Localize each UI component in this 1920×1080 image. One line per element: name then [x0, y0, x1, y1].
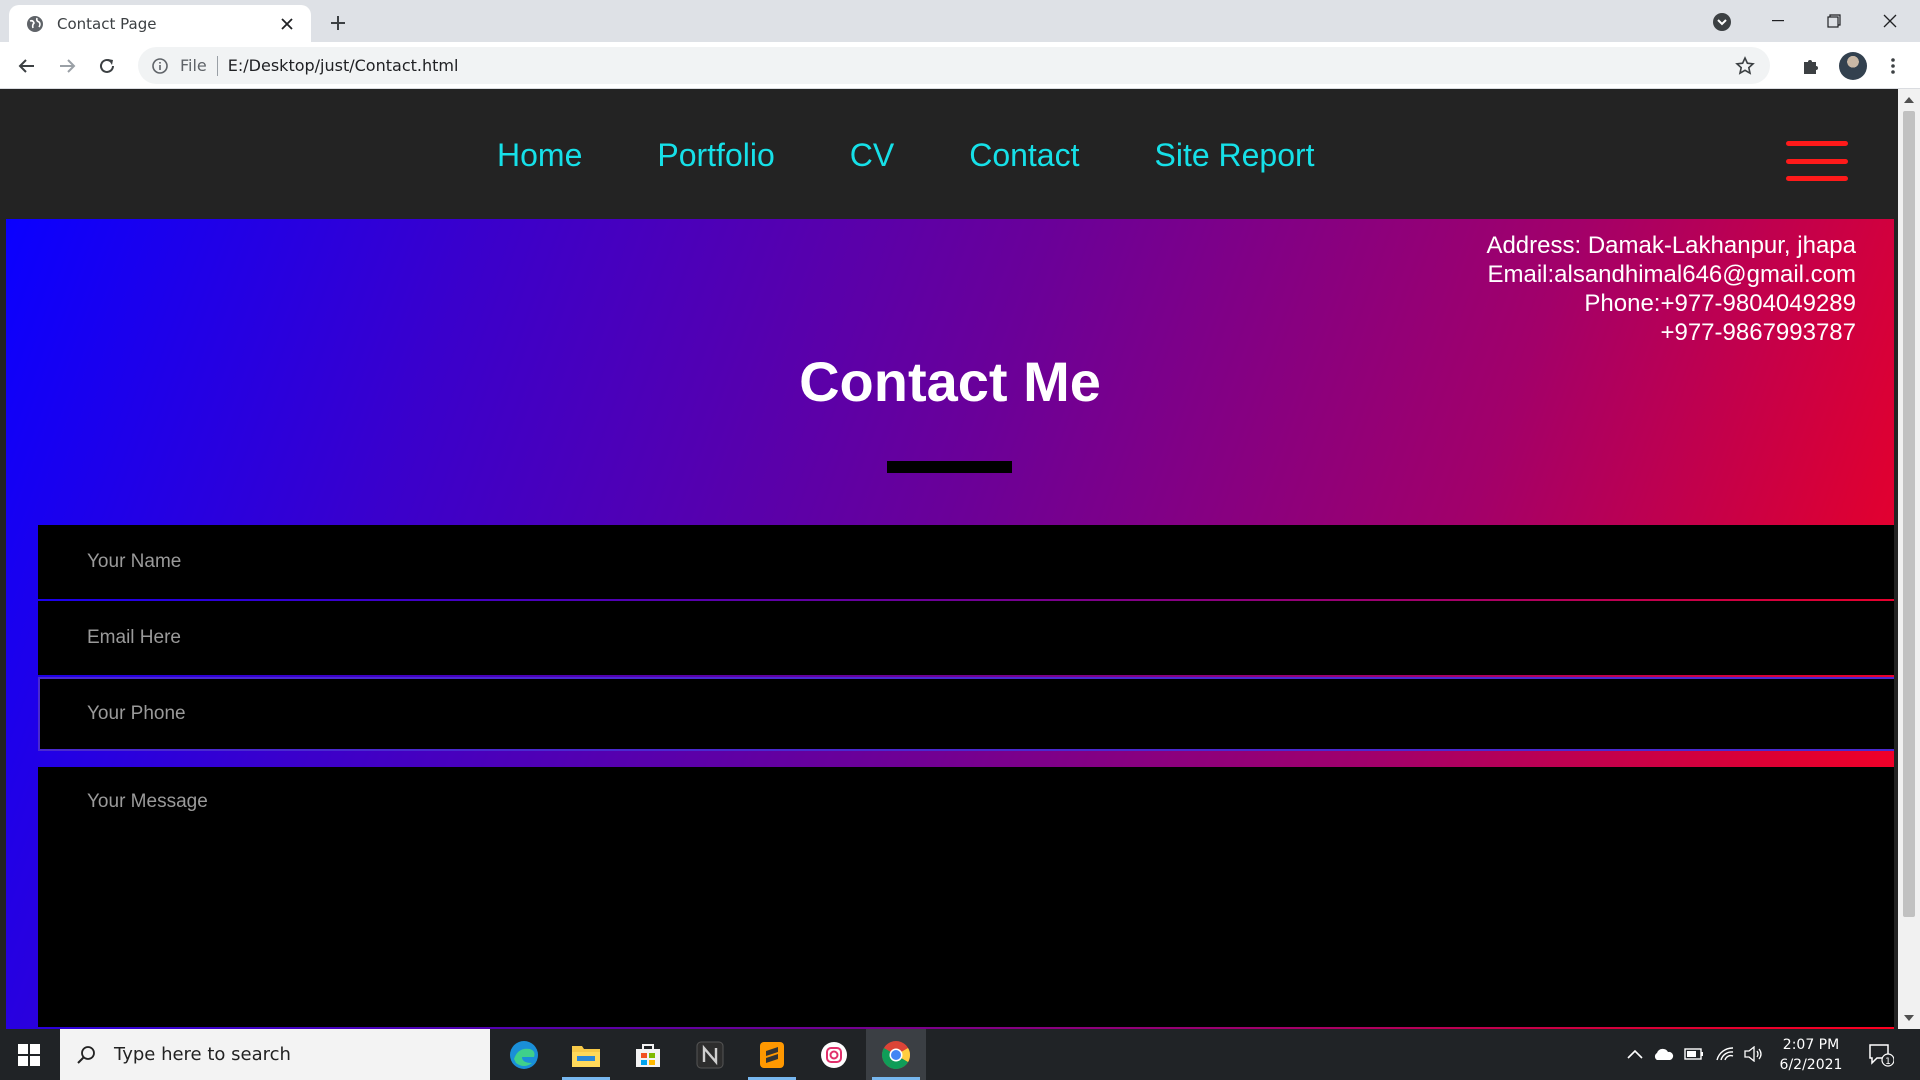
nav-link-cv[interactable]: CV	[850, 137, 894, 174]
browser-tab[interactable]: Contact Page	[9, 5, 311, 42]
onedrive-cloud-icon[interactable]	[1652, 1043, 1674, 1065]
search-placeholder: Type here to search	[114, 1044, 291, 1065]
scrollbar-thumb[interactable]	[1903, 111, 1915, 917]
browser-menu-icon[interactable]	[1877, 50, 1909, 82]
address-bar[interactable]: File E:/Desktop/just/Contact.html	[138, 47, 1770, 84]
url-text[interactable]: E:/Desktop/just/Contact.html	[228, 56, 459, 75]
clock-time: 2:07 PM	[1782, 1037, 1840, 1053]
new-tab-button[interactable]	[324, 9, 352, 37]
message-field[interactable]	[38, 767, 1894, 1027]
email-text: Email:alsandhimal646@gmail.com	[1487, 261, 1856, 288]
phone-alt-text: +977-9867993787	[1660, 319, 1856, 346]
contact-section: Address: Damak-Lakhanpur, jhapa Email:al…	[6, 219, 1894, 1029]
close-window-button[interactable]	[1862, 0, 1918, 42]
email-field[interactable]	[38, 601, 1894, 675]
battery-icon[interactable]	[1683, 1043, 1705, 1065]
hamburger-line	[1786, 176, 1848, 181]
wifi-icon[interactable]	[1714, 1043, 1736, 1065]
extensions-puzzle-icon[interactable]	[1795, 50, 1827, 82]
site-navbar: Home Portfolio CV Contact Site Report	[0, 89, 1898, 219]
windows-taskbar: Type here to search 2:07 PM 6/2/2021 1	[0, 1029, 1920, 1080]
edge-icon[interactable]	[494, 1029, 554, 1080]
hamburger-line	[1786, 158, 1848, 164]
back-button[interactable]	[11, 50, 43, 82]
url-separator	[216, 55, 218, 76]
windows-start-button[interactable]	[0, 1029, 58, 1080]
tab-title: Contact Page	[57, 14, 157, 33]
avatar	[1839, 52, 1867, 80]
notification-center-icon[interactable]: 1	[1866, 1041, 1896, 1069]
tab-search-button[interactable]	[1710, 10, 1734, 34]
file-explorer-icon[interactable]	[556, 1029, 616, 1080]
page-title: Contact Me	[799, 350, 1101, 413]
nav-links: Home Portfolio CV Contact Site Report	[497, 137, 1315, 174]
nav-link-home[interactable]: Home	[497, 137, 582, 174]
forward-button[interactable]	[51, 50, 83, 82]
nav-link-site-report[interactable]: Site Report	[1154, 137, 1314, 174]
restore-button[interactable]	[1806, 0, 1862, 42]
url-scheme: File	[180, 56, 207, 75]
tab-strip: Contact Page	[0, 0, 1920, 42]
taskbar-search-box[interactable]: Type here to search	[60, 1029, 490, 1080]
profile-avatar[interactable]	[1837, 50, 1869, 82]
nav-link-contact[interactable]: Contact	[969, 137, 1079, 174]
system-clock[interactable]: 2:07 PM 6/2/2021	[1768, 1035, 1854, 1075]
name-field[interactable]	[38, 525, 1894, 599]
notion-icon[interactable]	[680, 1029, 740, 1080]
page-scrollbar[interactable]	[1898, 89, 1920, 1029]
title-underline	[887, 461, 1012, 473]
show-hidden-icons-chevron-up-icon[interactable]	[1624, 1043, 1646, 1065]
info-icon[interactable]	[150, 56, 170, 76]
page-viewport: Home Portfolio CV Contact Site Report Ad…	[0, 89, 1898, 1029]
address-text: Address: Damak-Lakhanpur, jhapa	[1486, 232, 1856, 259]
chrome-icon[interactable]	[866, 1029, 926, 1080]
nav-link-portfolio[interactable]: Portfolio	[657, 137, 774, 174]
volume-icon[interactable]	[1742, 1043, 1764, 1065]
reload-button[interactable]	[91, 50, 123, 82]
scroll-down-arrow-icon[interactable]	[1904, 1013, 1914, 1023]
store-icon[interactable]	[618, 1029, 678, 1080]
hamburger-menu-icon[interactable]	[1786, 141, 1848, 181]
phone-text: Phone:+977-9804049289	[1584, 290, 1856, 317]
contact-info: Address: Damak-Lakhanpur, jhapa Email:al…	[1486, 231, 1856, 347]
close-tab-icon[interactable]	[277, 14, 297, 34]
phone-field[interactable]	[38, 677, 1894, 751]
minimize-button[interactable]	[1750, 0, 1806, 42]
search-icon	[74, 1043, 98, 1067]
instagram-icon[interactable]	[804, 1029, 864, 1080]
globe-icon	[25, 14, 45, 34]
browser-toolbar: File E:/Desktop/just/Contact.html	[0, 42, 1920, 89]
clock-date: 6/2/2021	[1779, 1057, 1843, 1073]
hamburger-line	[1786, 141, 1848, 146]
bookmark-star-icon[interactable]	[1734, 55, 1756, 77]
sublime-text-icon[interactable]	[742, 1029, 802, 1080]
notification-count: 1	[1885, 1057, 1891, 1067]
scroll-up-arrow-icon[interactable]	[1904, 95, 1914, 105]
